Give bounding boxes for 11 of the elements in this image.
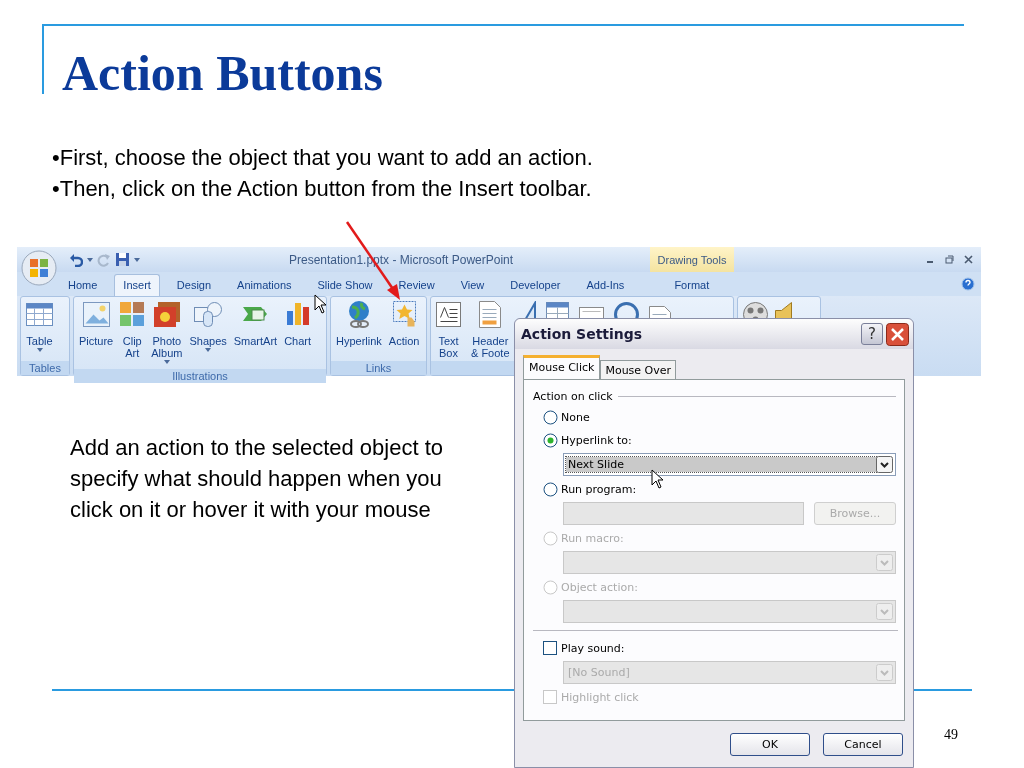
- page-number: 49: [944, 727, 958, 743]
- contextual-header: Drawing Tools: [650, 247, 734, 272]
- slide-title: Action Buttons: [62, 44, 383, 102]
- bullet-text: •First, choose the object that you want to add an action.: [52, 144, 593, 172]
- note-text: Add an action to the selected object to specify what should happen when you click on it or hover it with your mouse: [70, 434, 445, 524]
- group-label: Tables: [21, 361, 69, 375]
- group-label: Links: [331, 361, 426, 375]
- dialog-title: Action Settings: [521, 326, 644, 342]
- group-label: Illustrations: [74, 369, 326, 383]
- bullet-text: •Then, click on the Action button from the Insert toolbar.: [52, 175, 593, 203]
- group-label: Action on click: [533, 390, 613, 403]
